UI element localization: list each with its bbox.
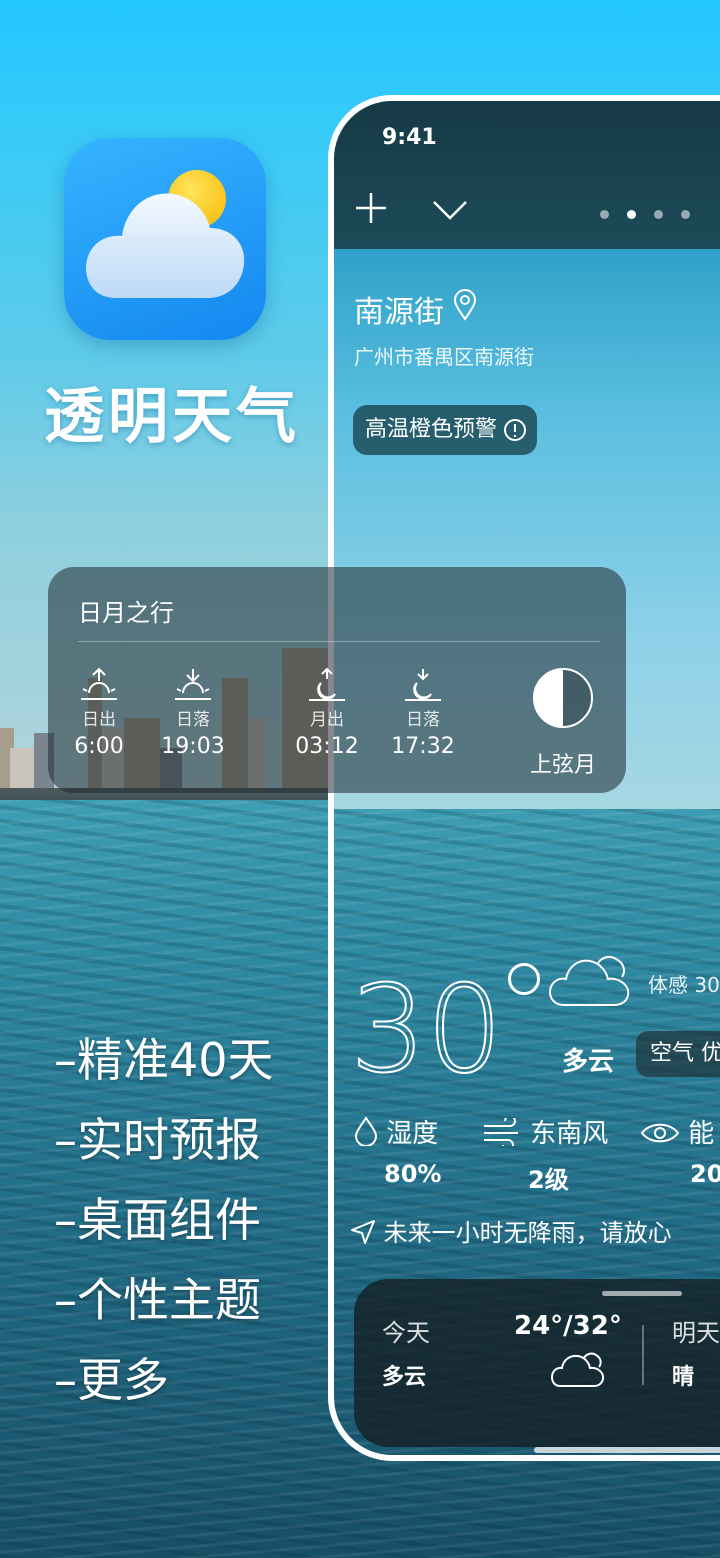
location-name[interactable]: 南源街 [354,287,444,331]
forecast-tomorrow-condition: 晴 [672,1365,695,1390]
moonset-item: 日落 17:32 [378,667,468,759]
humidity-value: 80% [384,1160,442,1188]
app-name: 透明天气 [44,382,300,452]
rain-forecast-text: 未来一小时无降雨，请放心 [383,1219,672,1247]
info-icon [504,419,527,441]
forecast-today-condition: 多云 [382,1365,427,1390]
moon-phase-label: 上弦月 [529,753,596,778]
wind-metric: 东南风 2级 [482,1113,608,1195]
current-temperature: 30 [349,961,504,1100]
visibility-label: 能 [688,1119,715,1149]
sunset-label: 日落 [176,710,210,730]
moonset-time: 17:32 [391,734,455,759]
moonset-icon [405,669,441,701]
page-dot [654,210,663,219]
forecast-today-range: 24°/32° [514,1311,622,1341]
sunset-item: 日落 19:03 [148,667,238,759]
humidity-icon [354,1116,378,1147]
humidity-label: 湿度 [386,1119,439,1149]
moonrise-label: 月出 [310,710,344,730]
cloudy-icon [548,955,630,1006]
forecast-tomorrow-label: 明天 [672,1319,720,1347]
moon-phase-icon [533,668,593,728]
location-pin-icon [454,289,476,321]
feels-like: 体感 30 [648,973,720,997]
app-icon [64,138,266,340]
feature-item: –精准40天 [54,1033,274,1087]
status-time: 9:41 [382,125,437,150]
air-quality-badge[interactable]: 空气 优 [636,1031,720,1077]
feature-item: –桌面组件 [54,1193,261,1247]
visibility-metric: 能 20 [640,1113,720,1188]
sunrise-time: 6:00 [74,734,124,759]
page-dot [600,210,609,219]
alert-text: 高温橙色预警 [365,417,498,442]
current-condition: 多云 [562,1047,615,1077]
sun-moon-card: 日月之行 日出 6:00 日落 19:03 月出 03:12 日落 17:32 … [48,567,626,793]
wind-label: 东南风 [530,1119,609,1149]
visibility-value: 20 [690,1160,720,1188]
building [10,748,34,788]
moonrise-item: 月出 03:12 [282,667,372,759]
degree-icon [508,963,540,995]
sunrise-icon [81,667,117,700]
moonrise-time: 03:12 [295,734,359,759]
feature-item: –更多 [54,1353,169,1407]
sunrise-label: 日出 [82,710,116,730]
phone-top-bar: 9:41 [334,101,720,249]
page-indicator[interactable] [600,204,708,223]
drag-handle[interactable] [602,1291,682,1296]
sunset-time: 19:03 [161,734,225,759]
location-address: 广州市番禺区南源街 [354,345,534,369]
eye-icon [640,1123,680,1143]
daily-forecast-panel[interactable]: 今天 多云 24°/32° 明天 晴 [354,1279,720,1447]
sunrise-item: 日出 6:00 [54,667,144,759]
sunset-icon [175,669,211,700]
cloudy-icon [550,1352,605,1387]
weather-alert-badge[interactable]: 高温橙色预警 [353,405,538,455]
moonrise-icon [309,667,345,701]
home-indicator[interactable] [534,1447,720,1453]
feature-item: –个性主题 [54,1273,261,1327]
divider [642,1325,644,1385]
cloud-icon [86,193,245,298]
page-dot-active [627,210,636,219]
rain-forecast[interactable]: 未来一小时无降雨，请放心 [350,1213,672,1248]
add-city-icon[interactable] [354,191,388,225]
wind-icon [484,1115,518,1151]
moonset-label: 日落 [406,710,440,730]
feature-list: –精准40天 –实时预报 –桌面组件 –个性主题 –更多 [54,1020,274,1420]
forecast-today-label: 今天 [382,1319,430,1347]
feature-item: –实时预报 [54,1113,261,1167]
humidity-metric: 湿度 80% [354,1113,441,1188]
navigation-arrow-icon [351,1220,375,1244]
page-dot [681,210,690,219]
card-title: 日月之行 [78,599,174,627]
moon-phase-item: 上弦月 [518,667,608,779]
divider [78,641,600,642]
wind-value: 2级 [528,1166,569,1194]
chevron-down-icon[interactable] [432,199,468,221]
